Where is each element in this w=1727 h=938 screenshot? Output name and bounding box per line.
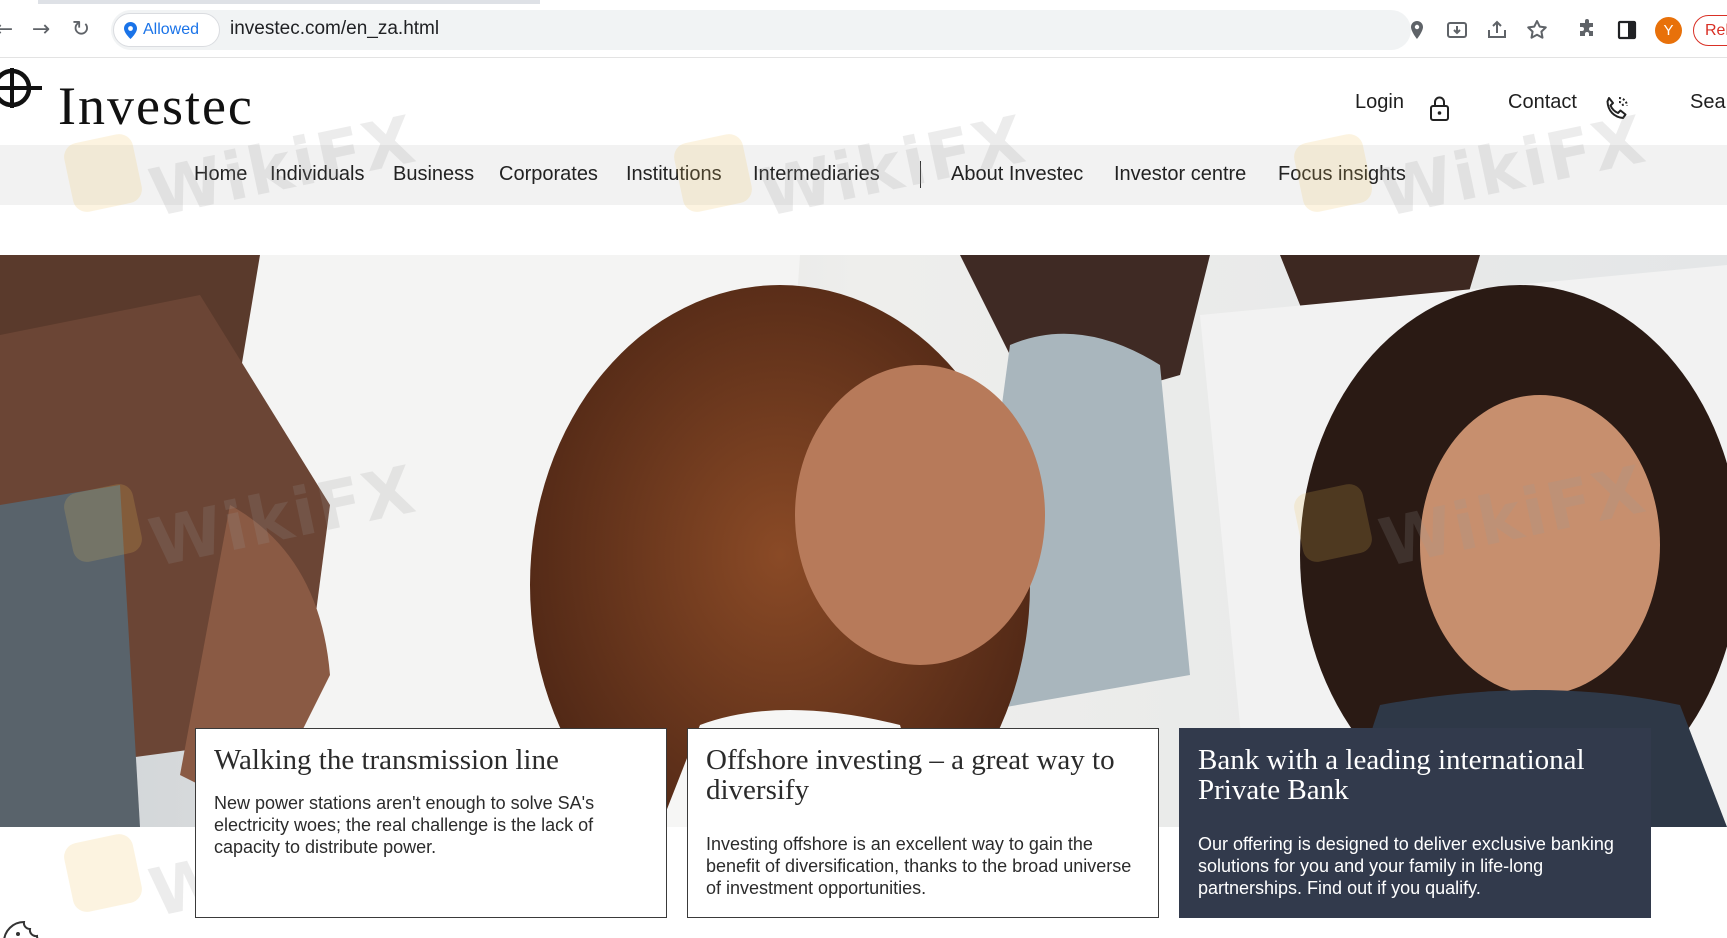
url-text[interactable]: investec.com/en_za.html [230,18,439,40]
forward-icon[interactable]: → [27,16,55,44]
card-title[interactable]: Bank with a leading international Privat… [1198,745,1632,805]
card-title[interactable]: Walking the transmission line [214,745,648,775]
browser-toolbar: ← → ↻ Allowed investec.com/en_za.html Y … [0,0,1727,58]
login-link[interactable]: Login [1355,91,1404,114]
article-card-transmission[interactable]: Walking the transmission line New power … [195,728,667,918]
article-card-offshore[interactable]: Offshore investing – a great way to dive… [687,728,1159,918]
side-panel-icon[interactable] [1615,18,1639,42]
nav-item-investor-centre[interactable]: Investor centre [1114,163,1246,186]
nav-item-home[interactable]: Home [194,163,247,186]
contact-link[interactable]: Contact [1508,91,1577,114]
nav-item-about-investec[interactable]: About Investec [951,163,1083,186]
reload-icon[interactable]: ↻ [67,16,95,44]
card-body: Our offering is designed to deliver excl… [1198,834,1614,898]
share-icon[interactable] [1485,18,1509,42]
card-title[interactable]: Offshore investing – a great way to dive… [706,745,1140,805]
location-pin-icon [124,22,137,39]
location-icon[interactable] [1405,18,1429,42]
phone-icon[interactable] [1603,94,1629,122]
article-card-private-bank[interactable]: Bank with a leading international Privat… [1179,728,1651,918]
nav-item-business[interactable]: Business [393,163,474,186]
lock-icon[interactable] [1427,94,1453,122]
relaunch-button[interactable]: Rel [1693,15,1727,46]
site-permission-chip[interactable]: Allowed [113,13,220,47]
card-body: New power stations aren't enough to solv… [214,793,595,857]
profile-avatar[interactable]: Y [1655,17,1682,44]
nav-item-institutions[interactable]: Institutions [626,163,722,186]
extensions-icon[interactable] [1575,18,1599,42]
cookie-settings-icon[interactable] [0,910,54,938]
bookmark-star-icon[interactable] [1525,18,1549,42]
nav-item-intermediaries[interactable]: Intermediaries [753,163,880,186]
nav-item-focus-insights[interactable]: Focus insights [1278,163,1406,186]
tab-strip [0,0,1727,4]
back-icon[interactable]: ← [0,16,18,44]
permission-label: Allowed [143,21,200,38]
card-body: Investing offshore is an excellent way t… [706,834,1132,898]
brand-wordmark[interactable]: Investec [58,76,254,136]
nav-item-individuals[interactable]: Individuals [270,163,365,186]
nav-item-corporates[interactable]: Corporates [499,163,598,186]
install-icon[interactable] [1445,18,1469,42]
nav-divider [920,161,921,188]
investec-logo-icon[interactable] [0,66,44,110]
search-link[interactable]: Sea [1690,91,1726,114]
